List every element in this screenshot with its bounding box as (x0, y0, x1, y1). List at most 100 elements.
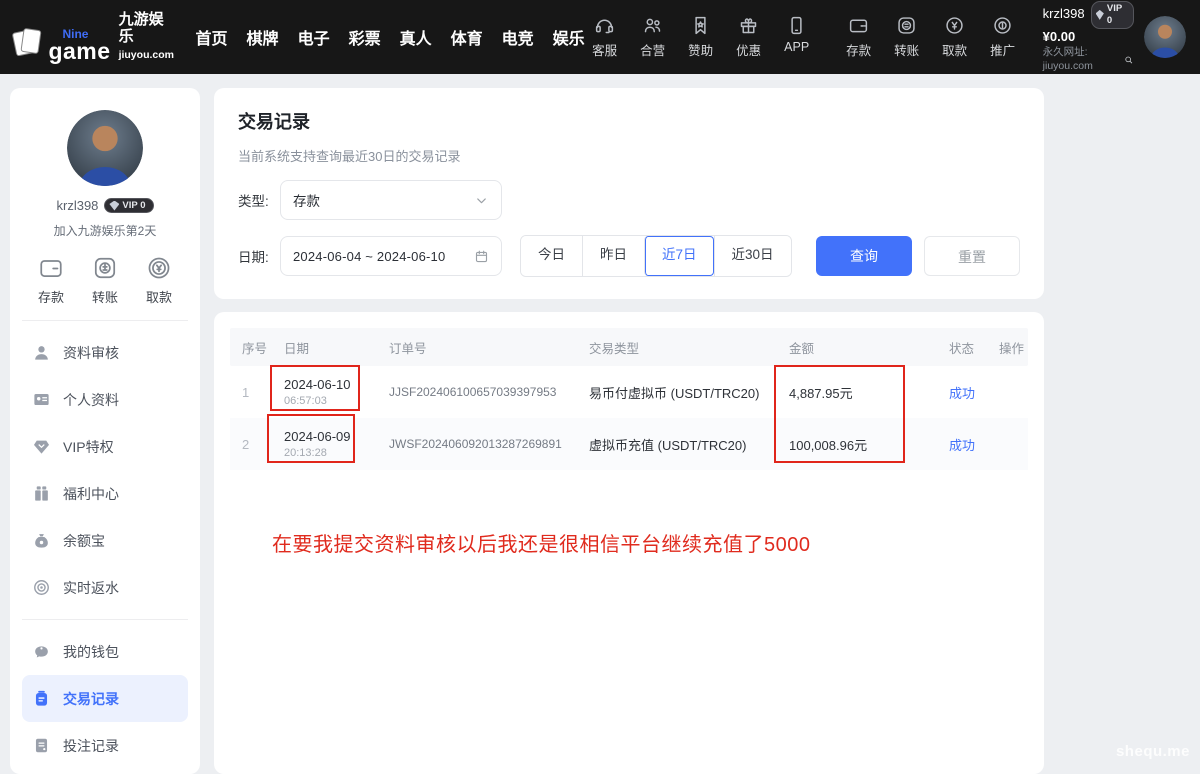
sidebar-quick-actions: 存款 转账 取款 (22, 239, 188, 321)
sidebar-item-realtime-rebate[interactable]: 实时返水 (22, 564, 188, 611)
transfer-button[interactable]: 转账 (887, 15, 927, 59)
wallet-icon (38, 255, 64, 281)
sidebar-item-personal-info[interactable]: 个人资料 (22, 376, 188, 423)
sidebar-username: krzl398 (57, 198, 99, 213)
diamond-icon (1096, 10, 1104, 20)
app-download-button[interactable]: APP (777, 15, 817, 59)
balance: ¥0.00 (1043, 29, 1134, 46)
date-range-presets: 今日 昨日 近7日 近30日 (520, 235, 792, 277)
sidebar-item-profile-review[interactable]: 资料审核 (22, 329, 188, 376)
nav-lottery[interactable]: 彩票 (349, 25, 381, 49)
transfer-icon (92, 255, 118, 281)
query-button[interactable]: 查询 (816, 236, 912, 276)
results-card: 序号 日期 订单号 交易类型 金额 状态 操作 1 2024-06-10 06:… (214, 312, 1044, 774)
customer-service-button[interactable]: 客服 (585, 15, 625, 59)
quick-transfer-button[interactable]: 转账 (82, 255, 128, 306)
type-select[interactable]: 存款 (280, 180, 502, 220)
nav-slots[interactable]: 电子 (298, 25, 330, 49)
sidebar-item-vip-privileges[interactable]: VIP特权 (22, 423, 188, 470)
row-index: 1 (230, 385, 272, 400)
reset-button[interactable]: 重置 (924, 236, 1020, 276)
partners-button[interactable]: 合营 (633, 15, 673, 59)
withdraw-button[interactable]: 取款 (935, 15, 975, 59)
money-bag-icon (32, 531, 51, 550)
nav-live[interactable]: 真人 (400, 25, 432, 49)
headset-icon (594, 15, 615, 36)
promote-button[interactable]: 推广 (983, 15, 1023, 59)
diamond-icon (109, 201, 119, 211)
row-status[interactable]: 成功 (937, 435, 987, 454)
type-selected-value: 存款 (293, 190, 474, 210)
col-amount: 金额 (777, 338, 937, 357)
promo-coin-icon (992, 15, 1013, 36)
type-filter-row: 类型: 存款 (238, 180, 1020, 220)
vip-level: VIP 0 (122, 200, 145, 211)
vip-badge[interactable]: VIP 0 (104, 198, 153, 213)
sidebar-avatar[interactable] (67, 110, 143, 186)
sidebar-item-label: 资料审核 (63, 343, 119, 363)
sidebar-item-my-wallet[interactable]: 我的钱包 (22, 628, 188, 675)
user-annotation-text: 在要我提交资料审核以后我还是很相信平台继续充值了5000 (272, 528, 1028, 557)
col-order-no: 订单号 (377, 338, 577, 357)
nav-entertainment[interactable]: 娱乐 (553, 25, 585, 49)
sidebar-item-label: 福利中心 (63, 484, 119, 504)
vip-diamond-icon (32, 437, 51, 456)
withdraw-coin-icon (944, 15, 965, 36)
row-amount: 4,887.95元 (777, 383, 937, 402)
withdraw-icon (146, 255, 172, 281)
sidebar-item-betting-records[interactable]: 投注记录 (22, 722, 188, 769)
logo-game-text: game (48, 38, 110, 64)
avatar[interactable] (1144, 16, 1186, 58)
betting-records-icon (32, 736, 51, 755)
main-nav: 首页 棋牌 电子 彩票 真人 体育 电竞 娱乐 (196, 25, 585, 49)
sidebar-item-label: 实时返水 (63, 578, 119, 598)
icon-label: 取款 (942, 40, 967, 59)
chevron-down-icon (474, 193, 489, 208)
preset-last7days-button[interactable]: 近7日 (644, 236, 714, 276)
row-date-cell: 2024-06-09 20:13:28 (272, 429, 377, 459)
quick-deposit-button[interactable]: 存款 (28, 255, 74, 306)
preset-yesterday-button[interactable]: 昨日 (582, 236, 644, 276)
row-order-no: JWSF202406092013287269891 (377, 437, 577, 451)
calendar-icon (474, 249, 489, 264)
promotions-button[interactable]: 优惠 (729, 15, 769, 59)
sidebar-item-transaction-records[interactable]: 交易记录 (22, 675, 188, 722)
sidebar-item-yuebao[interactable]: 余额宝 (22, 517, 188, 564)
table-row: 2 2024-06-09 20:13:28 JWSF20240609201328… (230, 418, 1028, 470)
playing-cards-icon (14, 27, 42, 63)
transaction-records-icon (32, 689, 51, 708)
site-logo[interactable]: Nine game 九游娱乐 jiuyou.com (14, 11, 176, 64)
row-status[interactable]: 成功 (937, 383, 987, 402)
sponsor-button[interactable]: 赞助 (681, 15, 721, 59)
date-range-input[interactable]: 2024-06-04 ~ 2024-06-10 (280, 236, 502, 276)
permanent-url: 永久网址: jiuyou.com (1043, 46, 1121, 73)
vip-badge[interactable]: VIP 0 (1091, 1, 1134, 30)
deposit-button[interactable]: 存款 (839, 15, 879, 59)
topbar: Nine game 九游娱乐 jiuyou.com 首页 棋牌 电子 彩票 真人… (0, 0, 1200, 74)
sidebar-item-welfare-center[interactable]: 福利中心 (22, 470, 188, 517)
nav-chess[interactable]: 棋牌 (247, 25, 279, 49)
preset-today-button[interactable]: 今日 (521, 236, 582, 276)
preset-last30days-button[interactable]: 近30日 (714, 236, 791, 276)
row-transaction-type: 易币付虚拟币 (USDT/TRC20) (577, 383, 777, 402)
nav-esports[interactable]: 电竞 (502, 25, 534, 49)
main-content: 交易记录 当前系统支持查询最近30日的交易记录 类型: 存款 日期: 2024-… (214, 88, 1044, 774)
sidebar: krzl398 VIP 0 加入九游娱乐第2天 存款 转账 取款 资料审核 (10, 88, 200, 774)
row-index: 2 (230, 437, 272, 452)
quick-withdraw-button[interactable]: 取款 (136, 255, 182, 306)
col-status: 状态 (937, 338, 987, 357)
nav-sports[interactable]: 体育 (451, 25, 483, 49)
icon-label: 客服 (592, 40, 617, 59)
nav-home[interactable]: 首页 (196, 25, 228, 49)
avatar-image (67, 110, 143, 186)
sidebar-item-label: 交易记录 (63, 689, 119, 709)
row-time: 20:13:28 (284, 447, 377, 459)
search-icon[interactable] (1124, 54, 1134, 66)
sidebar-item-label: 余额宝 (63, 531, 105, 551)
date-range-value: 2024-06-04 ~ 2024-06-10 (293, 249, 474, 264)
col-action: 操作 (987, 338, 1028, 357)
page-subtitle: 当前系统支持查询最近30日的交易记录 (238, 146, 1020, 165)
joined-days-text: 加入九游娱乐第2天 (22, 222, 188, 239)
vip-level: VIP 0 (1107, 3, 1126, 28)
filters-card: 交易记录 当前系统支持查询最近30日的交易记录 类型: 存款 日期: 2024-… (214, 88, 1044, 299)
